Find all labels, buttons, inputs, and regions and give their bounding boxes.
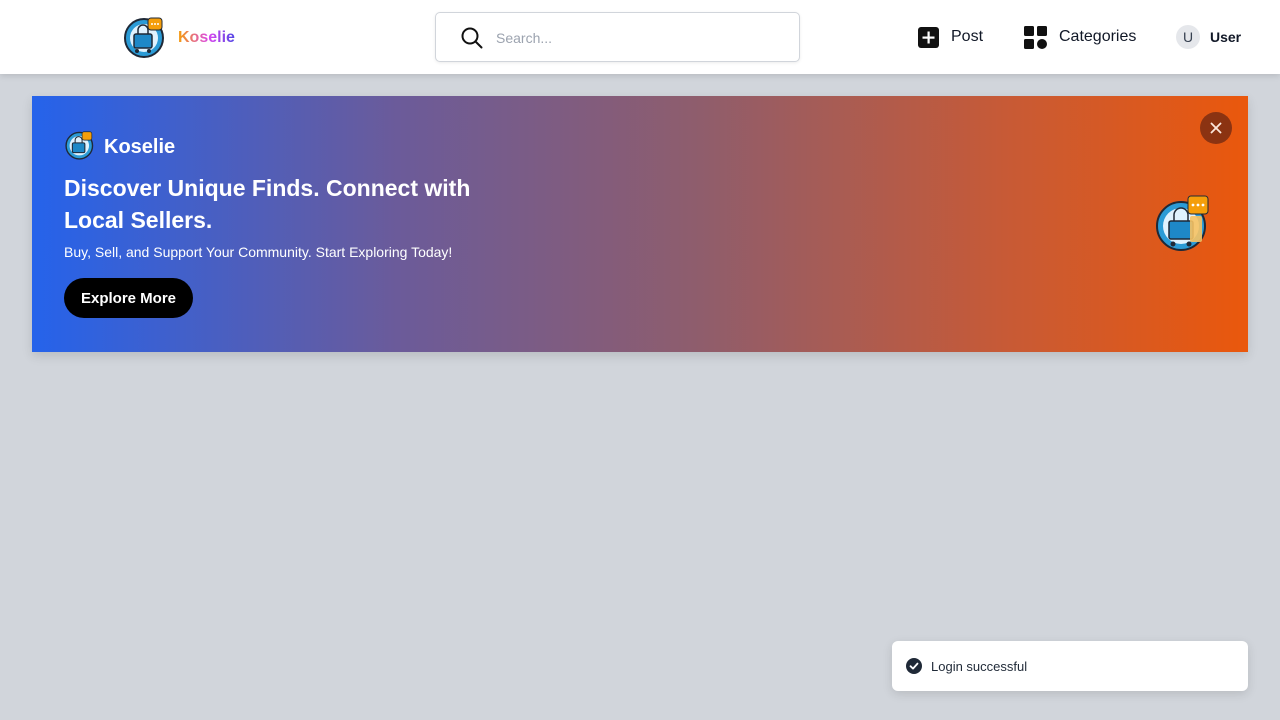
categories-nav-label: Categories	[1059, 28, 1137, 45]
hero-banner: Koselie Discover Unique Finds. Connect w…	[32, 96, 1248, 352]
brand-name[interactable]: Koselie	[178, 28, 235, 48]
close-icon	[1210, 122, 1222, 134]
avatar: U	[1176, 25, 1200, 49]
close-banner-button[interactable]	[1200, 112, 1232, 144]
banner-subtitle: Buy, Sell, and Support Your Community. S…	[64, 244, 453, 260]
plus-square-icon	[918, 26, 939, 48]
toast-message: Login successful	[931, 659, 1028, 674]
toast-notification: Login successful	[892, 641, 1248, 691]
post-nav-button[interactable]: Post	[918, 25, 983, 49]
search-icon	[461, 27, 483, 49]
search-input[interactable]	[496, 25, 786, 51]
explore-more-button[interactable]: Explore More	[64, 278, 193, 318]
search-bar[interactable]	[435, 12, 800, 62]
user-menu[interactable]: U User	[1176, 25, 1241, 49]
user-label: User	[1210, 29, 1242, 45]
shopping-bag-illustration-icon	[1156, 195, 1209, 251]
post-nav-label: Post	[951, 28, 984, 45]
top-header: Koselie Post Categories U User	[0, 0, 1280, 74]
shopping-bag-logo-icon	[124, 17, 164, 58]
banner-brand: Koselie	[104, 136, 176, 158]
brand-logo[interactable]	[122, 14, 168, 60]
check-circle-icon	[906, 658, 922, 674]
grid-icon	[1024, 25, 1047, 49]
banner-logo-icon	[65, 131, 94, 160]
categories-nav-button[interactable]: Categories	[1024, 25, 1136, 49]
banner-title: Discover Unique Finds. Connect with Loca…	[64, 175, 471, 233]
